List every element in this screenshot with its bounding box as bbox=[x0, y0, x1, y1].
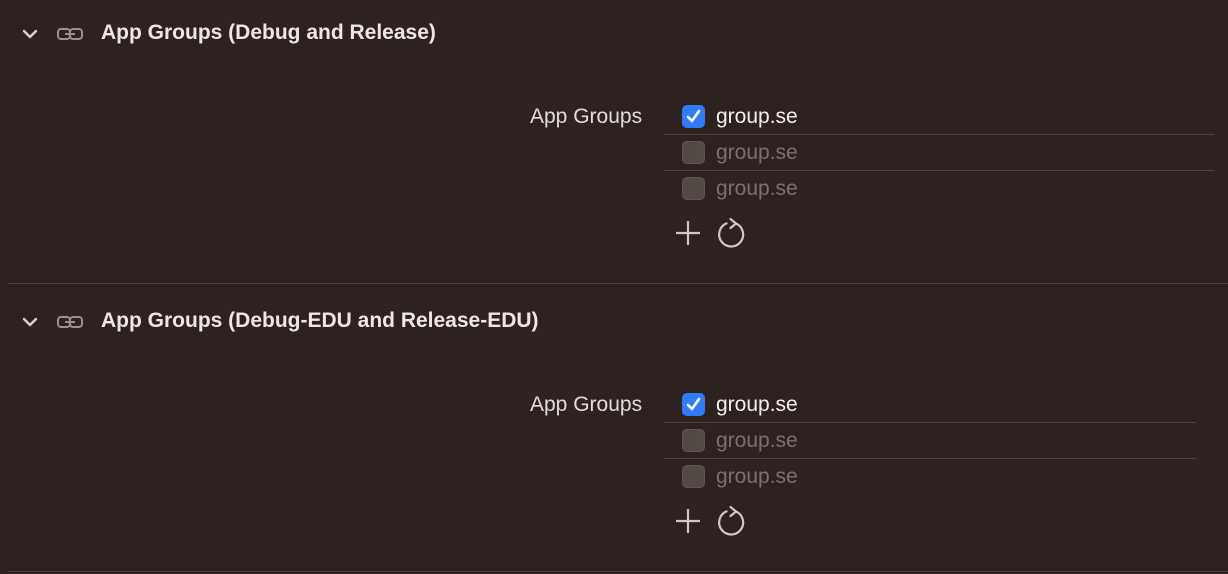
group-name: group.se bbox=[716, 105, 798, 128]
group-name: group.se bbox=[716, 177, 798, 200]
chevron-down-icon[interactable] bbox=[20, 24, 40, 44]
group-checkbox[interactable] bbox=[682, 105, 705, 128]
section-divider bbox=[8, 571, 1228, 572]
plus-icon[interactable] bbox=[670, 215, 706, 251]
row-divider bbox=[664, 422, 1196, 423]
plus-icon[interactable] bbox=[670, 503, 706, 539]
row-divider bbox=[664, 458, 1196, 459]
group-checkbox[interactable] bbox=[682, 393, 705, 416]
section-divider bbox=[8, 283, 1228, 284]
row-divider bbox=[664, 134, 1214, 135]
group-checkbox[interactable] bbox=[682, 141, 705, 164]
group-name: group.se bbox=[716, 465, 798, 488]
app-groups-label: App Groups bbox=[530, 105, 643, 128]
section-header[interactable]: App Groups (Debug-EDU and Release-EDU) bbox=[0, 306, 700, 338]
section-header[interactable]: App Groups (Debug and Release) bbox=[0, 18, 700, 50]
checkmark-icon bbox=[686, 109, 701, 123]
chevron-down-icon[interactable] bbox=[20, 312, 40, 332]
link-icon bbox=[56, 312, 84, 332]
group-name: group.se bbox=[716, 141, 798, 164]
refresh-icon[interactable] bbox=[714, 215, 750, 251]
link-icon bbox=[56, 24, 84, 44]
section-title: App Groups (Debug-EDU and Release-EDU) bbox=[101, 309, 539, 332]
group-checkbox[interactable] bbox=[682, 465, 705, 488]
checkmark-icon bbox=[686, 397, 701, 411]
group-name: group.se bbox=[716, 393, 798, 416]
app-groups-label: App Groups bbox=[530, 393, 643, 416]
row-divider bbox=[664, 170, 1214, 171]
group-checkbox[interactable] bbox=[682, 177, 705, 200]
refresh-icon[interactable] bbox=[714, 503, 750, 539]
capability-section-debug-release: App Groups (Debug and Release) App Group… bbox=[0, 0, 1228, 284]
section-title: App Groups (Debug and Release) bbox=[101, 21, 436, 44]
group-checkbox[interactable] bbox=[682, 429, 705, 452]
group-name: group.se bbox=[716, 429, 798, 452]
capability-section-debug-edu-release-edu: App Groups (Debug-EDU and Release-EDU) A… bbox=[0, 288, 1228, 572]
